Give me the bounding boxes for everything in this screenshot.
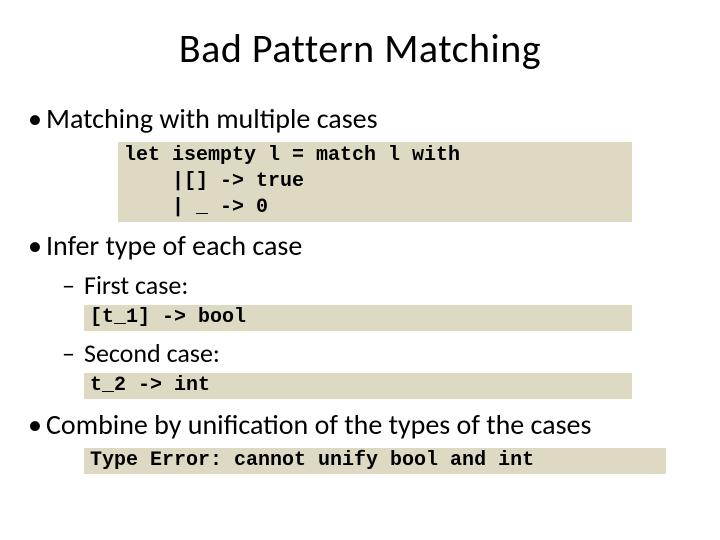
code-second-case: t_2 -> int bbox=[84, 373, 632, 399]
code-isempty: let isempty l = match l with |[] -> true… bbox=[118, 142, 632, 222]
code-first-case: [t_1] -> bool bbox=[84, 305, 632, 331]
bullet-second-case: Second case: bbox=[28, 337, 692, 369]
bullet-combine: Combine by unification of the types of t… bbox=[28, 407, 692, 442]
bullet-matching-cases: Matching with multiple cases bbox=[28, 101, 692, 136]
slide-title: Bad Pattern Matching bbox=[28, 24, 692, 73]
code-type-error: Type Error: cannot unify bool and int bbox=[84, 448, 666, 474]
bullet-first-case: First case: bbox=[28, 269, 692, 301]
bullet-infer-type: Infer type of each case bbox=[28, 228, 692, 263]
